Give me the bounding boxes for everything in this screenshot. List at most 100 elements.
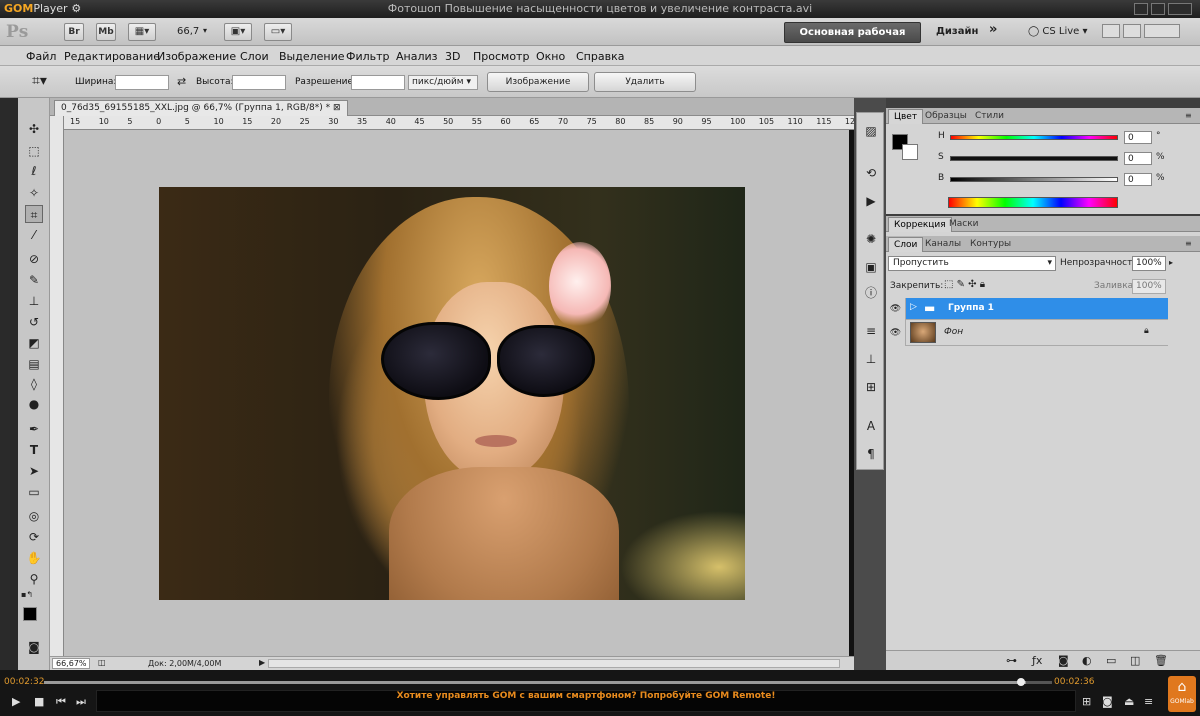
more-workspaces-button[interactable]: » [989,22,997,37]
menu-select[interactable]: Выделение [279,50,345,63]
default-colors-icon[interactable]: ▪↰ [21,590,33,599]
layer-row-group[interactable]: 👁︎ ▷ ▬ Группа 1 [886,298,1168,320]
tab-masks[interactable]: Маски [944,217,984,232]
resolution-unit-select[interactable]: пикс/дюйм ▾ [408,75,478,90]
hue-value[interactable]: 0 [1124,131,1152,144]
screen-mode-button[interactable]: ▭▾ [264,23,292,41]
mini-bridge-panel-icon[interactable]: ▨ [863,123,879,139]
eye-icon[interactable]: 👁︎ [886,298,906,320]
layer-name[interactable]: Фон [944,327,963,337]
type-tool-icon[interactable]: T [25,441,43,459]
width-input[interactable] [115,75,169,90]
document-tab[interactable]: 0_76d35_69155185_XXL.jpg @ 66,7% (Группа… [54,100,348,116]
lasso-tool-icon[interactable]: ℓ [25,162,43,180]
stop-icon[interactable]: ■ [34,695,44,708]
menu-analysis[interactable]: Анализ [396,50,438,63]
trash-icon[interactable]: 🗑︎ [1154,654,1168,667]
layer-row-background[interactable]: 👁︎ Фон 🔒︎ [886,320,1168,346]
move-tool-icon[interactable]: ✣ [25,120,43,138]
workspace-design-button[interactable]: Дизайн [936,26,978,37]
crop-tool-preset-icon[interactable]: ⌗▾ [32,73,47,89]
foreground-color-swatch[interactable] [23,607,37,621]
brightness-value[interactable]: 0 [1124,173,1152,186]
arrange-documents-button[interactable]: ▣▾ [224,23,252,41]
hue-slider[interactable] [950,135,1118,140]
saturation-value[interactable]: 0 [1124,152,1152,165]
height-input[interactable] [232,75,286,90]
paragraph-panel-icon[interactable]: ¶ [863,446,879,462]
3d-rotate-tool-icon[interactable]: ◎ [25,507,43,525]
eye-icon[interactable]: 👁︎ [886,320,906,346]
zoom-field[interactable]: 66,67% [52,658,90,669]
layer-name[interactable]: Группа 1 [948,303,994,313]
menu-layers[interactable]: Слои [240,50,269,63]
tab-styles[interactable]: Стили [970,109,1009,124]
tab-adjustments[interactable]: Коррекция [888,217,952,232]
actions-panel-icon[interactable]: ▶ [863,193,879,209]
mini-bridge-button[interactable]: Mb [96,23,116,41]
history-brush-tool-icon[interactable]: ↺ [25,313,43,331]
zoom-tool-icon[interactable]: ⚲ [25,570,43,588]
info-panel-icon[interactable]: ⓘ [863,285,879,301]
capture-icon[interactable]: ◙ [1102,695,1113,708]
seek-bar[interactable] [44,678,1052,686]
maximize-button[interactable] [1151,3,1165,15]
ps-minimize-button[interactable] [1102,24,1120,38]
bridge-button[interactable]: Br [64,23,84,41]
brightness-slider[interactable] [950,177,1118,182]
playlist-icon[interactable]: ⊞ [1082,695,1091,708]
document-image[interactable] [159,187,745,600]
tab-layers[interactable]: Слои [888,237,924,252]
menu-edit[interactable]: Редактирование [64,50,160,63]
minimize-button[interactable] [1134,3,1148,15]
resolution-input[interactable] [351,75,405,90]
canvas-area[interactable] [64,130,849,656]
color-spectrum-bar[interactable] [948,197,1118,208]
marquee-tool-icon[interactable]: ⬚ [25,142,43,160]
status-menu-arrow-icon[interactable]: ▶ [259,658,265,667]
eraser-tool-icon[interactable]: ◩ [25,334,43,352]
add-mask-icon[interactable]: ◙ [1058,654,1069,667]
menu-image[interactable]: Изображение [157,50,236,63]
opacity-input[interactable]: 100% [1132,256,1166,271]
eyedropper-tool-icon[interactable]: ⁄ [25,226,43,244]
background-color-swatch[interactable] [902,144,918,160]
quick-mask-icon[interactable]: ◙ [25,638,43,656]
panel-menu-icon[interactable]: ≡ [1180,109,1197,124]
next-icon[interactable]: ⏭︎ [76,695,86,709]
saturation-slider[interactable] [950,156,1118,161]
ps-close-button[interactable] [1144,24,1180,38]
new-layer-icon[interactable]: ◫ [1130,654,1140,667]
close-tab-icon[interactable]: ⊠ [333,103,341,113]
chevron-down-icon[interactable]: ▾ [203,26,207,35]
tool-presets-panel-icon[interactable]: ⊞ [863,379,879,395]
3d-orbit-tool-icon[interactable]: ⟳ [25,528,43,546]
link-layers-icon[interactable]: ⊶ [1006,654,1017,667]
menu-file[interactable]: Файл [26,50,56,63]
seek-handle[interactable] [1017,678,1025,686]
clone-source-panel-icon[interactable]: ⊥ [863,351,879,367]
menu-3d[interactable]: 3D [445,50,460,63]
brush-tool-icon[interactable]: ✎ [25,271,43,289]
swap-dimensions-icon[interactable]: ⇄ [177,75,186,88]
shape-tool-icon[interactable]: ▭ [25,483,43,501]
menu-view[interactable]: Просмотр [473,50,529,63]
navigator-panel-icon[interactable]: ▣ [863,259,879,275]
tab-swatches[interactable]: Образцы [920,109,972,124]
menu-filter[interactable]: Фильтр [346,50,390,63]
lock-icons[interactable]: ⬚ ✎ ✣ 🔒︎ [944,279,985,290]
ps-restore-button[interactable] [1123,24,1141,38]
gomlab-button[interactable]: ⌂ GOMlab [1168,676,1196,712]
clone-stamp-tool-icon[interactable]: ⊥ [25,292,43,310]
promo-marquee[interactable]: Хотите управлять GOM с вашим смартфоном?… [96,690,1076,712]
healing-brush-tool-icon[interactable]: ⊘ [25,250,43,268]
blend-mode-select[interactable]: Пропустить ▾ [888,256,1056,271]
zoom-level[interactable]: 66,7 [177,26,199,37]
front-image-button[interactable]: Изображение [487,72,589,92]
character-panel-icon[interactable]: A [863,418,879,434]
history-panel-icon[interactable]: ⟲ [863,165,879,181]
menu-help[interactable]: Справка [576,50,624,63]
cs-live-button[interactable]: ◯ CS Live ▾ [1028,26,1088,37]
brushes-panel-icon[interactable]: ≡ [863,323,879,339]
crop-tool-icon[interactable]: ⌗ [25,205,43,223]
